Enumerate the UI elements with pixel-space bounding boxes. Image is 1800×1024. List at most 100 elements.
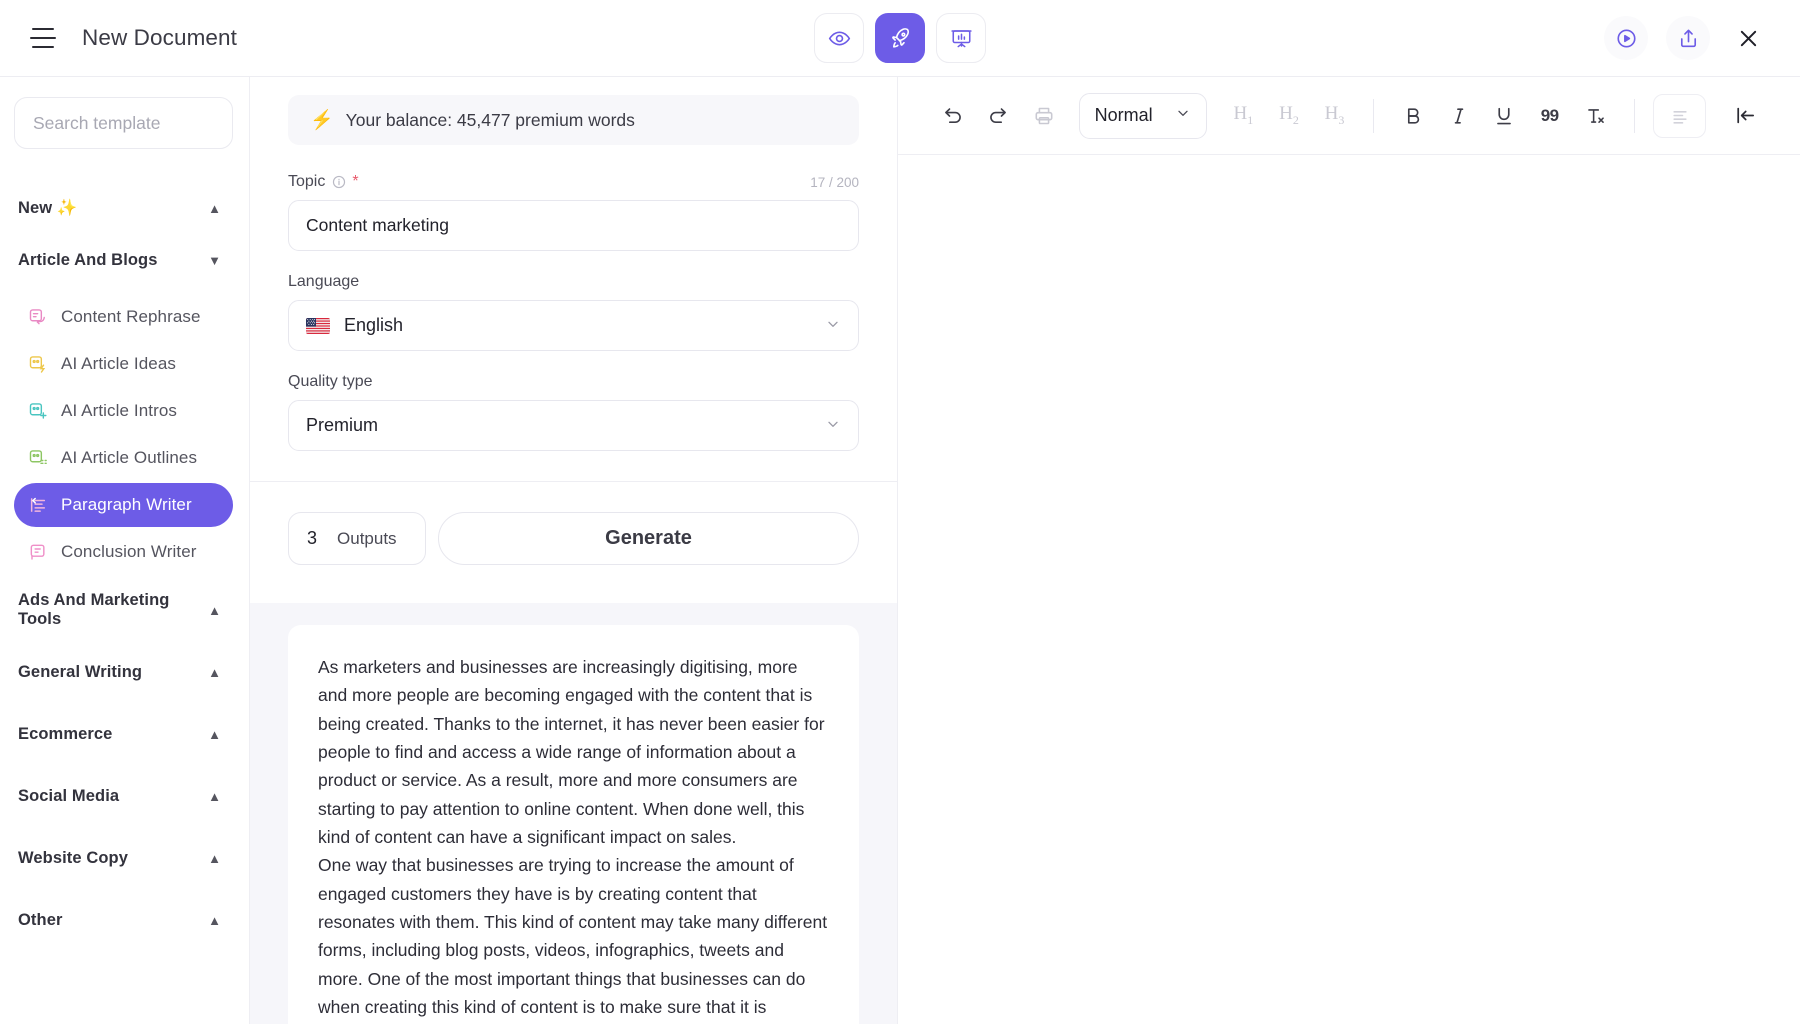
heading-1-button[interactable]: H1 [1223, 95, 1265, 137]
top-bar-left: New Document [0, 25, 237, 51]
generate-action-row: 3 Outputs Generate [250, 482, 897, 603]
underline-button[interactable] [1483, 95, 1525, 137]
chevron-up-icon: ▲ [208, 666, 221, 679]
preview-button[interactable] [814, 13, 864, 63]
share-button[interactable] [1666, 16, 1710, 60]
chevron-down-icon: ▼ [208, 254, 221, 267]
editor-canvas[interactable] [898, 155, 1800, 1024]
generate-button[interactable]: Generate [438, 512, 859, 565]
text-style-select[interactable]: Normal [1079, 93, 1207, 139]
app-root: New Document [0, 0, 1800, 1024]
sidebar-category-website-copy[interactable]: Website Copy ▲ [14, 841, 233, 875]
topic-input-box[interactable] [288, 200, 859, 251]
sidebar-category-label: Ads And Marketing Tools [18, 591, 208, 629]
template-form-panel: ⚡ Your balance: 45,477 premium words Top… [250, 77, 898, 1024]
close-button[interactable] [1728, 18, 1768, 58]
heading-2-button[interactable]: H2 [1268, 95, 1310, 137]
sidebar-category-other[interactable]: Other ▲ [14, 903, 233, 937]
text-style-value: Normal [1095, 105, 1153, 126]
sidebar-category-label: Ecommerce [18, 725, 112, 744]
chevron-down-icon [825, 416, 841, 435]
result-paragraph: As marketers and businesses are increasi… [318, 653, 829, 851]
play-button[interactable] [1604, 16, 1648, 60]
topic-field: Topic * 17 / 200 [288, 173, 859, 251]
sidebar-item-ai-article-outlines[interactable]: AI Article Outlines [14, 436, 233, 480]
eye-icon [828, 27, 851, 50]
play-circle-icon [1615, 27, 1638, 50]
sidebar-category-ads-and-marketing-tools[interactable]: Ads And Marketing Tools ▲ [14, 593, 233, 627]
quality-type-select[interactable]: Premium [288, 400, 859, 451]
sidebar-category-ecommerce[interactable]: Ecommerce ▲ [14, 717, 233, 751]
quality-type-field-header: Quality type [288, 373, 859, 391]
language-field-header: Language [288, 273, 859, 291]
chevron-up-icon: ▲ [208, 914, 221, 927]
sidebar: New ✨ ▲ Article And Blogs ▼ Content Reph… [0, 77, 250, 1024]
language-label: Language [288, 273, 359, 291]
sidebar-item-ai-article-intros[interactable]: AI Article Intros [14, 389, 233, 433]
sidebar-item-content-rephrase[interactable]: Content Rephrase [14, 295, 233, 339]
bold-button[interactable] [1392, 95, 1434, 137]
chevron-up-icon: ▲ [208, 852, 221, 865]
top-bar-center-actions [814, 13, 986, 63]
sidebar-category-label: General Writing [18, 663, 142, 682]
lightning-bolt-icon: ⚡ [310, 111, 334, 130]
sidebar-category-label: Website Copy [18, 849, 128, 868]
topic-field-header: Topic * 17 / 200 [288, 173, 859, 191]
outputs-stepper[interactable]: 3 Outputs [288, 512, 426, 565]
topic-input[interactable] [306, 215, 841, 236]
rephrase-icon [28, 307, 48, 327]
bold-icon [1402, 105, 1424, 127]
chevron-up-icon: ▲ [208, 202, 221, 215]
top-bar: New Document [0, 0, 1800, 77]
sidebar-section-article-and-blogs[interactable]: Article And Blogs ▼ [14, 243, 233, 277]
results-area: As marketers and businesses are increasi… [250, 603, 897, 1024]
italic-button[interactable] [1438, 95, 1480, 137]
analytics-button[interactable] [936, 13, 986, 63]
required-marker: * [352, 174, 358, 190]
sidebar-item-ai-article-ideas[interactable]: AI Article Ideas [14, 342, 233, 386]
sidebar-item-label: AI Article Outlines [61, 448, 197, 468]
redo-icon [987, 105, 1009, 127]
toolbar-divider [1373, 99, 1374, 133]
sidebar-item-paragraph-writer[interactable]: Paragraph Writer [14, 483, 233, 527]
topic-char-counter: 17 / 200 [810, 175, 859, 190]
us-flag-icon [306, 318, 330, 334]
chevron-down-icon [1175, 105, 1191, 126]
sidebar-item-conclusion-writer[interactable]: Conclusion Writer [14, 530, 233, 574]
print-button[interactable] [1023, 95, 1065, 137]
balance-text: Your balance: 45,477 premium words [346, 110, 635, 131]
undo-icon [942, 105, 964, 127]
search-template-box[interactable] [14, 97, 233, 149]
sidebar-item-label: Conclusion Writer [61, 542, 197, 562]
underline-icon [1493, 105, 1515, 127]
result-card[interactable]: As marketers and businesses are increasi… [288, 625, 859, 1024]
align-button[interactable] [1653, 94, 1706, 138]
sidebar-item-label: Content Rephrase [61, 307, 201, 327]
search-input[interactable] [33, 113, 214, 134]
clear-format-button[interactable] [1574, 95, 1616, 137]
sidebar-item-label: AI Article Intros [61, 401, 177, 421]
collapse-panel-icon [1734, 104, 1757, 127]
language-select[interactable]: English [288, 300, 859, 351]
undo-button[interactable] [932, 95, 974, 137]
close-icon [1736, 26, 1761, 51]
h2-label: H2 [1279, 103, 1299, 128]
quality-type-value: Premium [306, 415, 378, 436]
hamburger-icon[interactable] [30, 28, 56, 48]
heading-3-button[interactable]: H3 [1314, 95, 1356, 137]
collapse-panel-button[interactable] [1724, 95, 1766, 137]
sidebar-category-social-media[interactable]: Social Media ▲ [14, 779, 233, 813]
redo-button[interactable] [978, 95, 1020, 137]
chevron-up-icon: ▲ [208, 790, 221, 803]
paragraph-icon [28, 495, 48, 515]
language-field: Language English [288, 273, 859, 351]
document-editor: Normal H1 H2 H3 [898, 77, 1800, 1024]
info-icon[interactable] [332, 175, 346, 189]
align-left-icon [1670, 106, 1690, 126]
toolbar-divider [1634, 99, 1635, 133]
editor-toolbar: Normal H1 H2 H3 [898, 77, 1800, 155]
sidebar-section-new[interactable]: New ✨ ▲ [14, 191, 233, 225]
ai-tools-button[interactable] [875, 13, 925, 63]
sidebar-category-general-writing[interactable]: General Writing ▲ [14, 655, 233, 689]
quote-button[interactable]: 99 [1529, 95, 1571, 137]
